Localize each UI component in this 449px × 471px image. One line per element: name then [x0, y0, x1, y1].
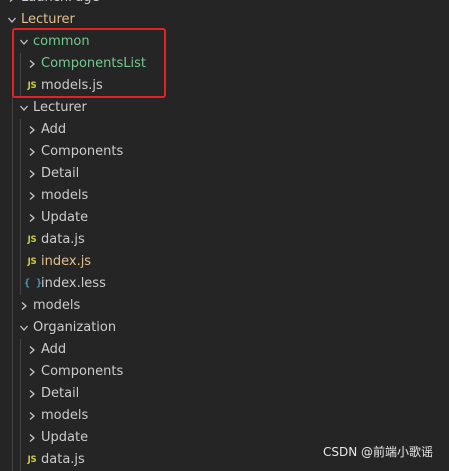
- tree-folder-row[interactable]: LaunchPage: [0, 0, 449, 9]
- chevron-right-icon[interactable]: [24, 361, 40, 383]
- chevron-right-icon[interactable]: [24, 163, 40, 185]
- indent-guide: [12, 383, 13, 405]
- tree-item-label: models: [41, 408, 89, 423]
- file-explorer-tree: LaunchPage Lecturer common ComponentsList JS…: [0, 0, 449, 471]
- chevron-right-icon[interactable]: [16, 295, 32, 317]
- indent-guide: [20, 119, 21, 141]
- tree-item-label: data.js: [41, 232, 85, 247]
- tree-file-row[interactable]: { } index.less: [0, 273, 449, 295]
- tree-item-label: models.js: [41, 78, 103, 93]
- tree-file-row[interactable]: JS index.js: [0, 251, 449, 273]
- indent-guide: [20, 383, 21, 405]
- js-file-icon: JS: [27, 81, 37, 91]
- tree-item-label: Update: [41, 430, 89, 445]
- tree-item-label: Components: [41, 144, 124, 159]
- indent-guide: [20, 207, 21, 229]
- tree-folder-row[interactable]: models: [0, 295, 449, 317]
- indent-guide: [12, 31, 13, 53]
- indent-guide: [12, 185, 13, 207]
- indent-guide: [12, 141, 13, 163]
- tree-folder-row[interactable]: Organization: [0, 317, 449, 339]
- tree-folder-row[interactable]: Detail: [0, 383, 449, 405]
- tree-folder-row[interactable]: Update: [0, 207, 449, 229]
- indent-guide: [12, 207, 13, 229]
- tree-item-label: Lecturer: [33, 100, 87, 115]
- chevron-right-icon[interactable]: [24, 339, 40, 361]
- indent-guide: [12, 273, 13, 295]
- tree-folder-row[interactable]: Lecturer: [0, 9, 449, 31]
- indent-guide: [12, 317, 13, 339]
- indent-guide: [20, 141, 21, 163]
- tree-folder-row[interactable]: models: [0, 185, 449, 207]
- chevron-right-icon[interactable]: [24, 383, 40, 405]
- tree-item-label: Update: [41, 210, 89, 225]
- indent-guide: [20, 273, 21, 295]
- tree-folder-row[interactable]: ComponentsList: [0, 53, 449, 75]
- tree-folder-row[interactable]: Lecturer: [0, 97, 449, 119]
- tree-item-label: models: [41, 188, 89, 203]
- indent-guide: [12, 75, 13, 97]
- tree-item-label: Add: [41, 342, 67, 357]
- indent-guide: [12, 163, 13, 185]
- tree-folder-row[interactable]: Add: [0, 339, 449, 361]
- chevron-right-icon[interactable]: [24, 141, 40, 163]
- indent-guide: [20, 405, 21, 427]
- indent-guide: [12, 53, 13, 75]
- tree-item-label: index.js: [41, 254, 92, 269]
- less-file-icon: { }: [24, 278, 43, 289]
- tree-file-row[interactable]: JS models.js: [0, 75, 449, 97]
- tree-item-label: Organization: [33, 320, 117, 335]
- indent-guide: [12, 229, 13, 251]
- indent-guide: [20, 75, 21, 97]
- tree-item-label: LaunchPage: [21, 0, 100, 9]
- tree-item-label: common: [33, 34, 90, 49]
- indent-guide: [12, 251, 13, 273]
- chevron-right-icon[interactable]: [24, 207, 40, 229]
- tree-item-label: Lecturer: [21, 12, 75, 27]
- indent-guide: [20, 185, 21, 207]
- tree-file-row[interactable]: JS data.js: [0, 229, 449, 251]
- js-file-icon: JS: [27, 257, 37, 267]
- tree-folder-row[interactable]: Components: [0, 141, 449, 163]
- tree-folder-row[interactable]: common: [0, 31, 449, 53]
- indent-guide: [12, 295, 13, 317]
- indent-guide: [12, 427, 13, 449]
- chevron-down-icon[interactable]: [16, 317, 32, 339]
- indent-guide: [20, 163, 21, 185]
- tree-item-label: Detail: [41, 386, 80, 401]
- tree-folder-row[interactable]: Add: [0, 119, 449, 141]
- chevron-right-icon[interactable]: [24, 427, 40, 449]
- chevron-down-icon[interactable]: [4, 9, 20, 31]
- indent-guide: [20, 229, 21, 251]
- tree-item-label: models: [33, 298, 81, 313]
- tree-folder-row[interactable]: models: [0, 405, 449, 427]
- chevron-right-icon[interactable]: [24, 405, 40, 427]
- indent-guide: [12, 339, 13, 361]
- tree-folder-row[interactable]: Components: [0, 361, 449, 383]
- chevron-down-icon[interactable]: [16, 31, 32, 53]
- tree-item-label: ComponentsList: [41, 56, 146, 71]
- tree-item-label: Components: [41, 364, 124, 379]
- tree-item-label: Detail: [41, 166, 80, 181]
- indent-guide: [12, 405, 13, 427]
- indent-guide: [20, 339, 21, 361]
- chevron-right-icon[interactable]: [24, 185, 40, 207]
- chevron-down-icon[interactable]: [16, 97, 32, 119]
- indent-guide: [20, 361, 21, 383]
- watermark: CSDN @前端小歌谣: [322, 445, 433, 459]
- chevron-right-icon[interactable]: [24, 53, 40, 75]
- indent-guide: [20, 53, 21, 75]
- indent-guide: [20, 427, 21, 449]
- tree-folder-row[interactable]: Detail: [0, 163, 449, 185]
- tree-item-label: index.less: [41, 276, 106, 291]
- indent-guide: [12, 97, 13, 119]
- indent-guide: [12, 361, 13, 383]
- indent-guide: [12, 119, 13, 141]
- js-file-icon: JS: [27, 235, 37, 245]
- indent-guide: [20, 251, 21, 273]
- chevron-right-icon[interactable]: [4, 0, 20, 9]
- tree-item-label: Add: [41, 122, 67, 137]
- chevron-right-icon[interactable]: [24, 119, 40, 141]
